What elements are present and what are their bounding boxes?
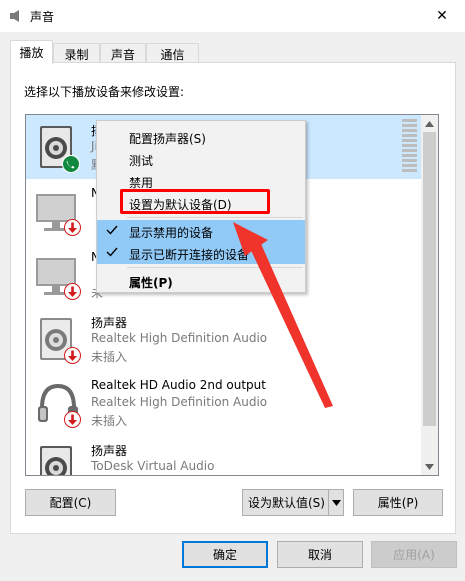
speaker-icon	[40, 446, 72, 475]
device-description: Realtek High Definition Audio	[91, 331, 268, 345]
instruction-text: 选择以下播放设备来修改设置:	[24, 85, 185, 99]
speaker-icon	[10, 10, 19, 22]
menu-item-show-disconnected[interactable]: 显示已断开连接的设备	[97, 242, 305, 264]
scroll-up-button[interactable]	[421, 115, 438, 132]
close-icon: ✕	[436, 8, 448, 24]
menu-item-label: 配置扬声器(S)	[129, 132, 206, 146]
tab-communications[interactable]: 通信	[146, 43, 199, 63]
device-name: Realtek HD Audio 2nd output	[91, 378, 266, 392]
apply-button[interactable]: 应用(A)	[371, 541, 457, 568]
checkmark-icon	[106, 247, 118, 257]
menu-item-label: 测试	[129, 154, 154, 168]
menu-separator	[127, 217, 303, 218]
menu-item-test[interactable]: 测试	[97, 148, 305, 170]
menu-item-show-disabled[interactable]: 显示禁用的设备	[97, 220, 305, 242]
menu-separator	[127, 267, 303, 268]
button-label: 取消	[307, 548, 332, 562]
scrollbar[interactable]	[421, 115, 438, 475]
tab-label: 录制	[64, 48, 89, 62]
highlight-annotation	[120, 189, 270, 214]
phone-icon	[62, 155, 80, 173]
button-label: 配置(C)	[49, 496, 92, 510]
chevron-down-icon	[425, 463, 434, 470]
tab-label: 播放	[19, 46, 44, 60]
chevron-up-icon	[425, 120, 434, 127]
menu-item-configure-speakers[interactable]: 配置扬声器(S)	[97, 126, 305, 148]
tab-playback[interactable]: 播放	[10, 40, 53, 64]
set-default-dropdown[interactable]	[328, 490, 343, 515]
menu-item-label: 显示禁用的设备	[129, 226, 214, 240]
disconnected-badge-icon	[64, 347, 81, 364]
device-status: 未插入	[91, 350, 128, 364]
device-item[interactable]: Realtek HD Audio 2nd output Realtek High…	[26, 371, 421, 435]
tab-sounds[interactable]: 声音	[100, 43, 146, 63]
button-label: 应用(A)	[393, 548, 435, 562]
device-item[interactable]: 扬声器 Realtek High Definition Audio 未插入	[26, 307, 421, 371]
device-description: ToDesk Virtual Audio	[91, 459, 215, 473]
device-name: 扬声器	[91, 444, 128, 458]
close-button[interactable]: ✕	[419, 0, 465, 32]
tab-label: 通信	[160, 48, 185, 62]
scroll-down-button[interactable]	[421, 458, 438, 475]
properties-button[interactable]: 属性(P)	[353, 489, 443, 516]
disconnected-badge-icon	[64, 411, 81, 428]
device-status: 未插入	[91, 414, 128, 428]
button-label: 设为默认值(S)	[248, 496, 325, 510]
menu-item-properties[interactable]: 属性(P)	[97, 270, 305, 292]
button-label: 确定	[212, 548, 237, 562]
device-description: Realtek High Definition Audio	[91, 395, 268, 409]
device-name: 扬声器	[91, 316, 128, 330]
disconnected-badge-icon	[64, 219, 81, 236]
disconnected-badge-icon	[64, 283, 81, 300]
volume-meter	[402, 119, 417, 172]
cancel-button[interactable]: 取消	[277, 541, 363, 568]
configure-button[interactable]: 配置(C)	[25, 489, 116, 516]
set-default-button[interactable]: 设为默认值(S)	[242, 489, 344, 516]
checkmark-icon	[106, 225, 118, 235]
device-item[interactable]: 扬声器 ToDesk Virtual Audio	[26, 435, 421, 475]
scrollbar-thumb[interactable]	[423, 132, 436, 426]
ok-button[interactable]: 确定	[182, 541, 268, 568]
button-label: 属性(P)	[377, 496, 419, 510]
window-title: 声音	[30, 10, 55, 24]
chevron-down-icon	[331, 499, 341, 506]
tab-label: 声音	[110, 48, 135, 62]
menu-item-label: 显示已断开连接的设备	[129, 248, 250, 262]
menu-item-label: 属性(P)	[129, 276, 173, 290]
tab-recording[interactable]: 录制	[53, 43, 100, 63]
title-bar: 声音 ✕	[0, 0, 465, 32]
